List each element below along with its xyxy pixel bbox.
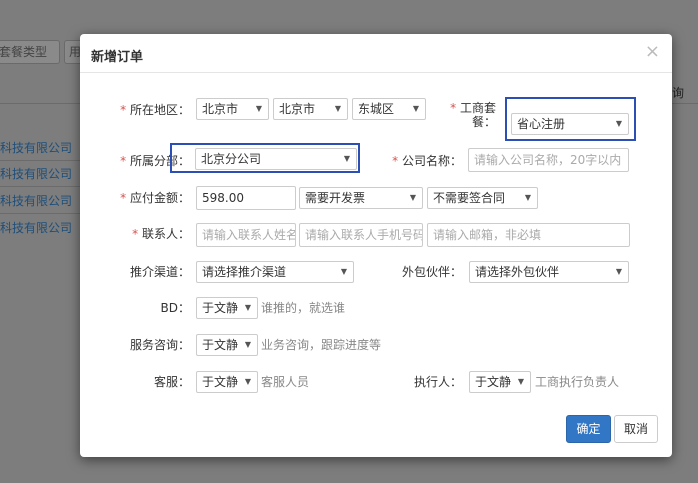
package-label: * 工商套 餐： — [436, 101, 496, 129]
province-select[interactable]: 北京市 ▼ — [196, 98, 269, 120]
consult-hint: 业务咨询，跟踪进度等 — [261, 338, 382, 352]
contact-label: * 联系人： — [110, 227, 190, 241]
table-row[interactable]: 科技有限公司 — [0, 216, 82, 240]
city-value: 北京市 — [279, 102, 316, 116]
table-header-cell: 询 — [672, 86, 685, 100]
caret-down-icon: ▼ — [517, 377, 524, 386]
package-label-line1: 工商套 — [459, 101, 496, 115]
close-icon[interactable]: × — [645, 41, 660, 62]
bd-hint: 谁推的，就选谁 — [261, 301, 346, 315]
invoice-value: 需要开发票 — [305, 191, 366, 205]
caret-down-icon: ▼ — [412, 104, 419, 113]
required-mark: * — [120, 103, 127, 117]
caret-down-icon: ▼ — [615, 267, 622, 276]
consult-label: 服务咨询： — [129, 338, 190, 352]
row-divider — [0, 186, 82, 187]
required-mark: * — [120, 191, 127, 205]
contact-label-text: 联系人： — [141, 227, 190, 241]
dialog-title: 新增订单 — [91, 50, 144, 65]
contact-name-input[interactable]: 请输入联系人姓名 — [196, 223, 296, 247]
service-select[interactable]: 于文静 ▼ — [196, 371, 258, 393]
consult-value: 于文静 — [202, 338, 239, 352]
executor-label: 执行人： — [413, 375, 462, 389]
partner-label: 外包伙伴： — [401, 265, 462, 279]
row-divider — [0, 213, 82, 214]
bd-label: BD： — [160, 301, 190, 315]
caret-down-icon: ▼ — [244, 340, 251, 349]
caret-down-icon: ▼ — [244, 377, 251, 386]
partner-select[interactable]: 请选择外包伙伴 ▼ — [469, 261, 629, 283]
caret-down-icon: ▼ — [524, 193, 531, 202]
caret-down-icon: ▼ — [615, 119, 622, 128]
new-order-dialog: 新增订单 × * 所在地区： 北京市 ▼ 北京市 ▼ 东城区 ▼ * 工商套 餐： 省… — [80, 34, 672, 457]
caret-down-icon: ▼ — [343, 154, 350, 163]
caret-down-icon: ▼ — [255, 104, 262, 113]
caret-down-icon: ▼ — [409, 193, 416, 202]
package-type-filter[interactable]: 套餐类型 — [0, 40, 60, 64]
caret-down-icon: ▼ — [244, 303, 251, 312]
invoice-select[interactable]: 需要开发票 ▼ — [299, 187, 423, 209]
district-select[interactable]: 东城区 ▼ — [352, 98, 426, 120]
channel-value: 请选择推介渠道 — [202, 265, 287, 279]
caret-down-icon: ▼ — [340, 267, 347, 276]
bd-value: 于文静 — [202, 301, 239, 315]
confirm-button[interactable]: 确定 — [566, 415, 611, 443]
caret-down-icon: ▼ — [334, 104, 341, 113]
table-row[interactable]: 科技有限公司 — [0, 136, 82, 160]
required-mark: * — [450, 101, 457, 115]
executor-select[interactable]: 于文静 ▼ — [469, 371, 531, 393]
contact-phone-input[interactable]: 请输入联系人手机号码 — [299, 223, 423, 247]
service-value: 于文静 — [202, 375, 239, 389]
province-value: 北京市 — [202, 102, 239, 116]
amount-input[interactable]: 598.00 — [196, 186, 296, 210]
executor-hint: 工商执行负责人 — [535, 375, 620, 389]
branch-value: 北京分公司 — [201, 152, 262, 166]
branch-select[interactable]: 北京分公司 ▼ — [195, 148, 357, 170]
service-hint: 客服人员 — [261, 375, 310, 389]
region-label-text: 所在地区： — [129, 103, 190, 117]
city-select[interactable]: 北京市 ▼ — [273, 98, 348, 120]
bd-select[interactable]: 于文静 ▼ — [196, 297, 258, 319]
package-label-line2: 餐： — [471, 115, 496, 129]
table-row[interactable]: 科技有限公司 — [0, 189, 82, 213]
required-mark: * — [392, 154, 399, 168]
dialog-header: 新增订单 × — [80, 34, 672, 73]
channel-label: 推介渠道： — [129, 265, 190, 279]
partner-value: 请选择外包伙伴 — [475, 265, 560, 279]
table-row[interactable]: 科技有限公司 — [0, 162, 82, 186]
region-label: * 所在地区： — [110, 103, 190, 117]
package-value: 省心注册 — [517, 117, 566, 131]
contact-email-input[interactable]: 请输入邮箱，非必填 — [427, 223, 630, 247]
contract-value: 不需要签合同 — [433, 191, 506, 205]
amount-label: * 应付金额： — [110, 191, 190, 205]
company-name-input[interactable]: 请输入公司名称，20字以内 — [468, 148, 629, 172]
channel-select[interactable]: 请选择推介渠道 ▼ — [196, 261, 354, 283]
row-divider — [0, 160, 82, 161]
district-value: 东城区 — [358, 102, 395, 116]
executor-value: 于文静 — [475, 375, 512, 389]
service-label: 客服： — [153, 375, 190, 389]
contract-select[interactable]: 不需要签合同 ▼ — [427, 187, 538, 209]
company-label: * 公司名称： — [380, 154, 462, 168]
consult-select[interactable]: 于文静 ▼ — [196, 334, 258, 356]
amount-label-text: 应付金额： — [129, 191, 190, 205]
company-label-text: 公司名称： — [401, 154, 462, 168]
package-select[interactable]: 省心注册 ▼ — [511, 113, 629, 135]
required-mark: * — [132, 227, 139, 241]
required-mark: * — [120, 154, 127, 168]
cancel-button[interactable]: 取消 — [614, 415, 658, 443]
